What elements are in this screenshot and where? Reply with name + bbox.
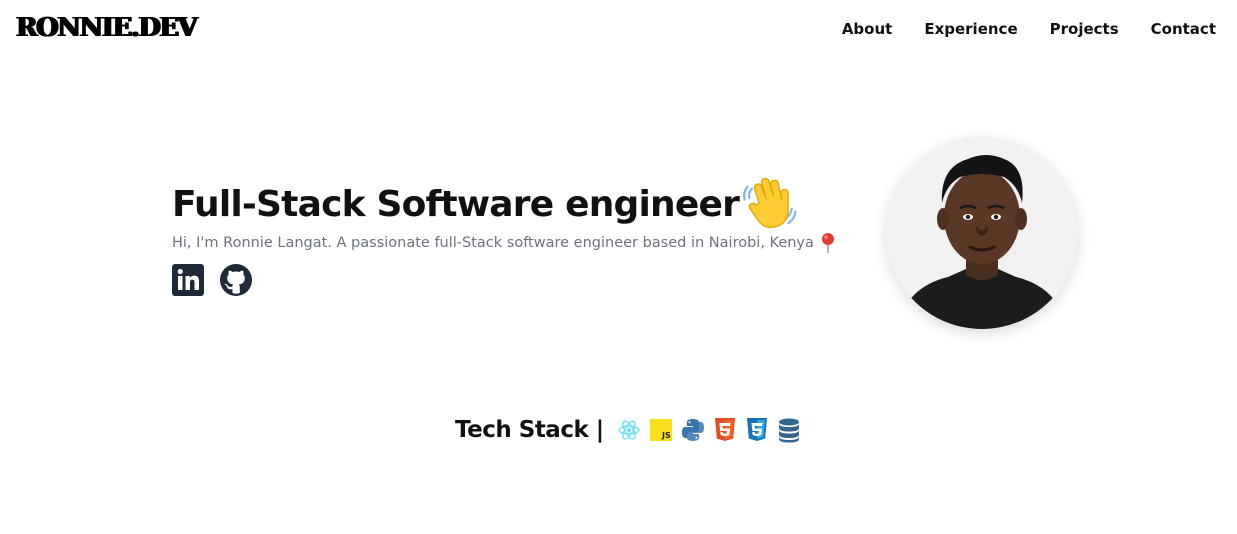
tech-stack-label: Tech Stack | <box>455 417 604 443</box>
html5-icon <box>714 418 735 441</box>
social-links <box>172 264 252 296</box>
site-logo[interactable]: RONNIE.DEV <box>16 13 198 43</box>
portfolio-page: RONNIE.DEV About Experience Projects Con… <box>0 0 1237 534</box>
github-icon[interactable] <box>220 264 252 296</box>
hero-title: Full-Stack Software engineer <box>172 184 740 225</box>
hero-subtitle: Hi, I'm Ronnie Langat. A passionate full… <box>172 235 814 251</box>
nav-about[interactable]: About <box>842 19 893 39</box>
nav-experience[interactable]: Experience <box>924 19 1017 39</box>
nav-contact[interactable]: Contact <box>1151 19 1216 39</box>
javascript-icon: JS <box>649 419 672 441</box>
main-nav: About Experience Projects Contact <box>842 19 1216 39</box>
react-icon <box>618 420 640 440</box>
tech-stack-icons: JS <box>618 417 800 443</box>
nav-projects[interactable]: Projects <box>1050 19 1119 39</box>
hero-subtitle-row: Hi, I'm Ronnie Langat. A passionate full… <box>172 232 838 254</box>
svg-text:JS: JS <box>661 431 671 440</box>
linkedin-icon[interactable] <box>172 264 204 296</box>
database-icon <box>778 418 799 443</box>
python-icon <box>681 419 704 441</box>
waving-hand-icon <box>743 177 797 229</box>
profile-portrait-image <box>886 137 1078 329</box>
tech-stack-row: Tech Stack | JS <box>455 414 800 446</box>
location-pin-icon <box>821 233 834 253</box>
hero-heading: Full-Stack Software engineer <box>172 176 799 234</box>
css3-icon <box>746 418 767 441</box>
profile-photo <box>886 137 1078 329</box>
